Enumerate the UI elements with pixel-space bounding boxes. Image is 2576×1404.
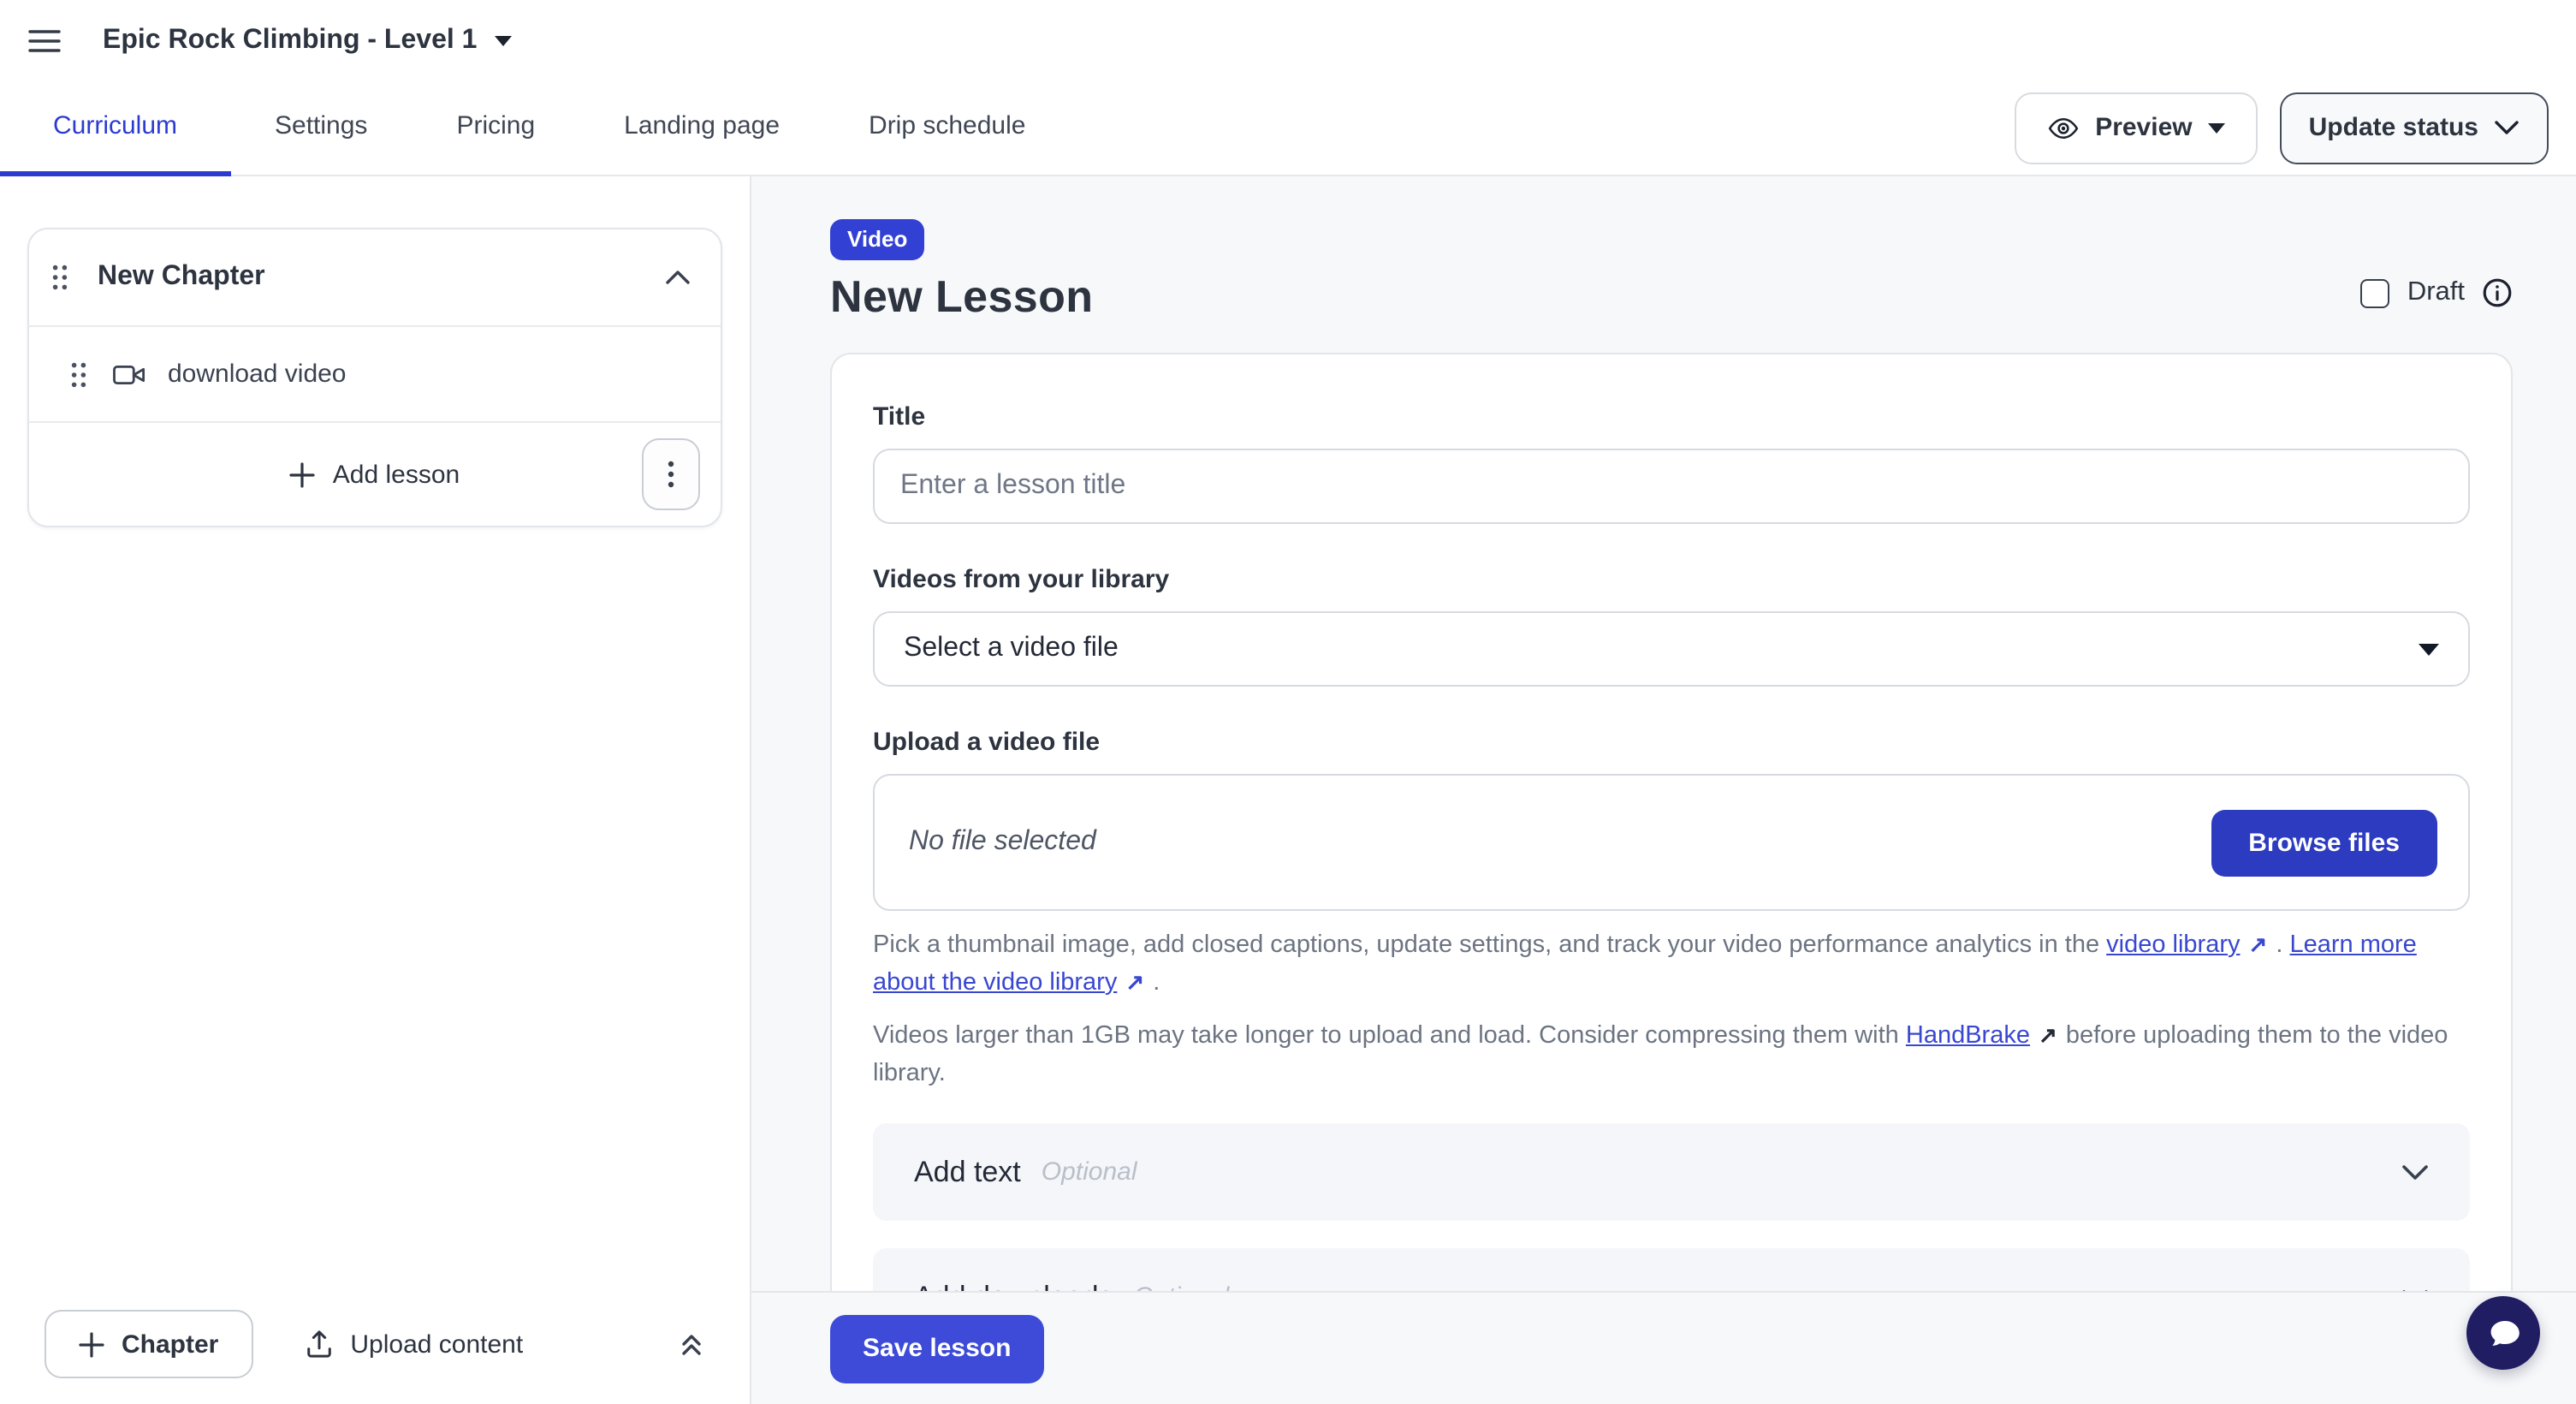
select-caret-icon bbox=[2419, 643, 2439, 655]
caret-down-icon bbox=[2208, 122, 2225, 133]
upload-dropzone[interactable]: No file selected Browse files bbox=[873, 774, 2470, 911]
add-lesson-button[interactable]: Add lesson bbox=[50, 458, 700, 491]
upload-field: Upload a video file No file selected Bro… bbox=[873, 728, 2470, 1092]
update-status-label: Update status bbox=[2309, 113, 2478, 142]
tab-landing-page[interactable]: Landing page bbox=[579, 80, 824, 176]
optional-label: Optional bbox=[1134, 1282, 1230, 1291]
draft-checkbox[interactable] bbox=[2361, 278, 2390, 307]
page-content: New Chapter download video Add lesson bbox=[0, 176, 2576, 1404]
upload-content-label: Upload content bbox=[350, 1330, 523, 1359]
tab-bar: Curriculum Settings Pricing Landing page… bbox=[0, 80, 2576, 176]
help-text: Pick a thumbnail image, add closed capti… bbox=[873, 931, 2106, 959]
kebab-icon bbox=[668, 461, 674, 488]
lesson-item[interactable]: download video bbox=[29, 327, 721, 421]
lesson-form-card: Title Videos from your library Select a … bbox=[830, 353, 2513, 1291]
help-text: . bbox=[1146, 969, 1160, 996]
preview-label: Preview bbox=[2095, 113, 2192, 142]
external-link-icon: ↗ bbox=[2249, 931, 2268, 957]
add-chapter-button[interactable]: Chapter bbox=[45, 1310, 252, 1378]
compression-help-text: Videos larger than 1GB may take longer t… bbox=[873, 1017, 2470, 1092]
app-window: Epic Rock Climbing - Level 1 Curriculum … bbox=[0, 0, 2576, 1404]
chapter-title[interactable]: New Chapter bbox=[98, 262, 630, 293]
hamburger-icon bbox=[27, 27, 62, 54]
video-library-select-value: Select a video file bbox=[904, 634, 1119, 664]
handbrake-link[interactable]: HandBrake bbox=[1906, 1022, 2030, 1050]
upload-icon bbox=[304, 1329, 333, 1359]
hamburger-menu-button[interactable] bbox=[21, 20, 68, 61]
title-field: Title bbox=[873, 402, 2470, 524]
drag-handle-icon[interactable] bbox=[70, 360, 87, 388]
lesson-editor: Video New Lesson Draft Title bbox=[751, 176, 2576, 1404]
chat-widget-button[interactable] bbox=[2466, 1296, 2540, 1370]
tab-settings[interactable]: Settings bbox=[230, 80, 412, 176]
chevron-down-icon bbox=[2494, 120, 2520, 135]
optional-label: Optional bbox=[1042, 1157, 1137, 1187]
caret-down-icon bbox=[494, 35, 511, 45]
eye-icon bbox=[2047, 114, 2080, 141]
editor-footer: Save lesson bbox=[751, 1291, 2576, 1404]
add-text-section[interactable]: Add text Optional bbox=[873, 1123, 2470, 1221]
tab-drip-schedule[interactable]: Drip schedule bbox=[824, 80, 1070, 176]
video-camera-icon bbox=[111, 359, 147, 390]
double-chevron-up-icon bbox=[678, 1330, 705, 1359]
drag-handle-icon[interactable] bbox=[51, 264, 68, 291]
chapter-card: New Chapter download video Add lesson bbox=[27, 228, 722, 527]
lesson-header: Video New Lesson Draft bbox=[830, 219, 2513, 324]
external-link-icon: ↗ bbox=[2039, 1022, 2057, 1048]
header-actions: Preview Update status bbox=[2015, 80, 2549, 175]
add-downloads-label: Add downloads bbox=[914, 1280, 1113, 1291]
add-text-label: Add text bbox=[914, 1155, 1021, 1189]
tab-list: Curriculum Settings Pricing Landing page… bbox=[0, 80, 1070, 175]
help-text: Videos larger than 1GB may take longer t… bbox=[873, 1022, 1906, 1050]
video-library-link[interactable]: video library bbox=[2106, 931, 2240, 959]
chapter-header: New Chapter bbox=[29, 229, 721, 325]
collapse-all-button[interactable] bbox=[671, 1323, 712, 1365]
chat-bubble-icon bbox=[2483, 1312, 2524, 1353]
lesson-item-title: download video bbox=[168, 360, 347, 389]
help-text: . bbox=[2269, 931, 2289, 959]
video-library-label: Videos from your library bbox=[873, 565, 2470, 594]
curriculum-sidebar: New Chapter download video Add lesson bbox=[0, 176, 751, 1404]
upload-label: Upload a video file bbox=[873, 728, 2470, 757]
plus-icon bbox=[290, 461, 316, 487]
course-title-dropdown[interactable]: Epic Rock Climbing - Level 1 bbox=[92, 23, 521, 57]
draft-label: Draft bbox=[2407, 277, 2465, 308]
video-library-field: Videos from your library Select a video … bbox=[873, 565, 2470, 687]
save-lesson-button[interactable]: Save lesson bbox=[830, 1314, 1043, 1383]
browse-files-button[interactable]: Browse files bbox=[2211, 809, 2437, 876]
title-label: Title bbox=[873, 402, 2470, 431]
video-library-help-text: Pick a thumbnail image, add closed capti… bbox=[873, 926, 2470, 1002]
sidebar-footer: Chapter Upload content bbox=[27, 1305, 722, 1394]
chevron-up-icon bbox=[666, 271, 690, 284]
top-bar: Epic Rock Climbing - Level 1 bbox=[0, 0, 2576, 80]
info-icon[interactable] bbox=[2482, 277, 2513, 308]
chapter-footer: Add lesson bbox=[29, 423, 721, 526]
add-chapter-label: Chapter bbox=[122, 1330, 218, 1359]
chevron-down-icon bbox=[2401, 1163, 2429, 1181]
lesson-page-title: New Lesson bbox=[830, 271, 1093, 324]
add-lesson-label: Add lesson bbox=[333, 460, 460, 489]
lesson-editor-scroll: Video New Lesson Draft Title bbox=[751, 176, 2576, 1291]
tab-curriculum[interactable]: Curriculum bbox=[0, 80, 230, 176]
plus-icon bbox=[79, 1331, 104, 1357]
lesson-heading-group: Video New Lesson bbox=[830, 219, 1093, 324]
upload-content-button[interactable]: Upload content bbox=[294, 1327, 533, 1361]
lesson-title-input[interactable] bbox=[873, 449, 2470, 524]
lesson-type-badge: Video bbox=[830, 219, 924, 260]
tab-pricing[interactable]: Pricing bbox=[412, 80, 579, 176]
file-status-text: No file selected bbox=[909, 827, 1096, 858]
chapter-menu-button[interactable] bbox=[642, 438, 700, 510]
add-downloads-section[interactable]: Add downloads Optional bbox=[873, 1248, 2470, 1291]
collapse-chapter-button[interactable] bbox=[659, 264, 697, 291]
video-library-select[interactable]: Select a video file bbox=[873, 611, 2470, 687]
external-link-icon: ↗ bbox=[1125, 969, 1144, 995]
draft-toggle-group: Draft bbox=[2361, 277, 2513, 308]
preview-button[interactable]: Preview bbox=[2015, 92, 2257, 164]
update-status-button[interactable]: Update status bbox=[2280, 92, 2549, 164]
course-title: Epic Rock Climbing - Level 1 bbox=[103, 25, 477, 56]
